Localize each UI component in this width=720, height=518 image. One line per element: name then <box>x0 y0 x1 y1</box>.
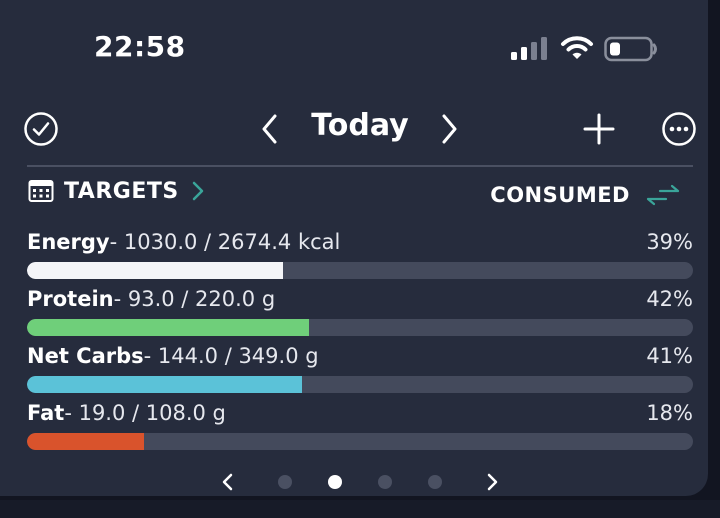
nutrition-card: 22:58 Today TARGETS CONSUMED Energy- 103… <box>0 0 708 496</box>
progress-fill <box>27 376 303 393</box>
chevron-right-icon <box>192 181 203 201</box>
pager-prev-chevron-icon[interactable] <box>220 472 236 492</box>
nutrient-percent: 42% <box>646 287 693 311</box>
pager-dot[interactable] <box>428 475 442 489</box>
nutrient-row-net-carbs[interactable]: Net Carbs- 144.0 / 349.0 g 41% <box>27 344 693 394</box>
nutrient-name: Energy <box>27 230 110 254</box>
background-strip <box>0 500 720 518</box>
nutrient-percent: 41% <box>646 344 693 368</box>
swap-arrows-icon <box>646 184 680 206</box>
progress-track <box>27 262 693 279</box>
targets-label: TARGETS <box>64 178 179 204</box>
progress-fill <box>27 433 145 450</box>
ellipsis-circle-icon[interactable] <box>661 111 697 147</box>
chevron-right-icon[interactable] <box>436 112 462 146</box>
nutrient-percent: 39% <box>646 230 693 254</box>
nutrient-detail: - 144.0 / 349.0 g <box>143 344 319 368</box>
progress-track <box>27 376 693 393</box>
nutrient-label: Fat- 19.0 / 108.0 g <box>27 401 226 425</box>
nutrient-detail: - 93.0 / 220.0 g <box>113 287 276 311</box>
nutrient-row-fat[interactable]: Fat- 19.0 / 108.0 g 18% <box>27 401 693 451</box>
page-title: Today <box>311 108 409 143</box>
chevron-left-icon[interactable] <box>257 112 283 146</box>
progress-fill <box>27 262 284 279</box>
cellular-signal-icon <box>511 37 547 60</box>
nutrient-row-protein[interactable]: Protein- 93.0 / 220.0 g 42% <box>27 287 693 337</box>
progress-track <box>27 319 693 336</box>
nutrient-percent: 18% <box>646 401 693 425</box>
pager-dot[interactable] <box>328 475 342 489</box>
consumed-label: CONSUMED <box>490 183 630 207</box>
nutrient-detail: - 19.0 / 108.0 g <box>64 401 226 425</box>
nutrient-name: Protein <box>27 287 114 311</box>
nutrient-detail: - 1030.0 / 2674.4 kcal <box>109 230 341 254</box>
nutrient-label: Energy- 1030.0 / 2674.4 kcal <box>27 230 340 254</box>
plus-icon[interactable] <box>582 112 616 146</box>
wifi-icon <box>561 36 593 59</box>
pager-dot[interactable] <box>278 475 292 489</box>
targets-button[interactable]: TARGETS <box>28 176 205 206</box>
nutrient-row-energy[interactable]: Energy- 1030.0 / 2674.4 kcal 39% <box>27 230 693 280</box>
pager-dot[interactable] <box>378 475 392 489</box>
progress-fill <box>27 319 309 336</box>
nutrient-label: Protein- 93.0 / 220.0 g <box>27 287 275 311</box>
checkmark-circle-icon[interactable] <box>23 111 59 147</box>
status-time: 22:58 <box>94 30 186 63</box>
battery-icon <box>604 36 657 62</box>
nutrient-name: Fat <box>27 401 65 425</box>
pager-next-chevron-icon[interactable] <box>484 472 500 492</box>
nutrient-label: Net Carbs- 144.0 / 349.0 g <box>27 344 319 368</box>
calendar-icon <box>28 180 54 202</box>
progress-track <box>27 433 693 450</box>
nutrient-name: Net Carbs <box>27 344 144 368</box>
consumed-toggle[interactable]: CONSUMED <box>490 180 680 210</box>
header-divider <box>27 165 693 167</box>
